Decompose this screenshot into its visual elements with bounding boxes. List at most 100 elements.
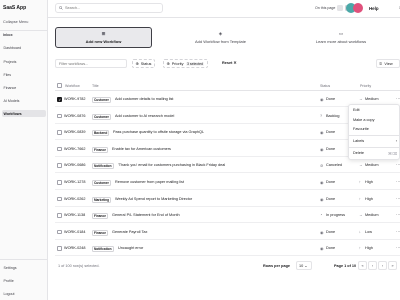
workflow-title: Pass purchase quantity to offsite storag… [113,130,205,135]
status-icon: ◉ [320,230,324,235]
table-row[interactable]: WORK-0184 Finance Generate Payroll Tax ◉ Don… [55,225,400,240]
table-row[interactable]: WORK-0686 Notification 'Thank you' email f… [55,158,400,174]
on-this-page-link[interactable]: On this page [315,6,335,10]
first-page-button[interactable]: « [358,261,367,270]
row-actions-icon[interactable]: ⋯ [396,196,400,202]
status-icon: ◉ [320,98,324,102]
filter-workflows-box[interactable] [55,59,127,68]
table-row[interactable]: WORK-0262 Marketing Weekly Ad Spend report… [55,192,400,207]
next-page-button[interactable]: › [378,261,387,270]
sidebar-section-inbox[interactable]: Inbox [3,33,13,37]
row-checkbox[interactable] [57,113,62,119]
app-name: SaaS App [3,5,27,11]
priority-text: High [365,180,373,184]
status-text: Canceled [326,163,343,168]
row-checkbox[interactable] [57,130,62,135]
priority-filter-button[interactable]: ⊕ Priority 3 selected [163,59,208,68]
plus-circle-icon: ⊕ [135,62,139,66]
workflow-title: Generate Payroll Tax [112,229,148,234]
status-text: Done [326,146,336,151]
sidebar-item-settings[interactable]: Settings [2,264,46,271]
tag-badge: Backend [92,130,110,137]
table-row[interactable]: WORK-0248 Notification Uncaught error ◉ Done… [55,241,400,257]
status-icon: ◉ [320,131,324,136]
row-checkbox[interactable] [57,229,62,235]
table-row[interactable]: WORK-1138 Finance General P/L Statement fo… [55,208,400,224]
add-new-workflow-card[interactable]: ⊞ Add new Workflow [55,27,152,48]
row-actions-icon[interactable]: ⋯ [396,96,400,102]
menu-item-favourite[interactable]: Favourite [353,127,369,131]
avatar[interactable] [353,3,363,13]
tag-badge: Finance [92,229,109,236]
card-label: Learn more about workflows [315,39,367,44]
add-workflow-from-template-card[interactable]: ◈ Add Workflow from Template [172,27,269,48]
last-page-button[interactable]: » [388,261,397,270]
row-checkbox[interactable] [57,180,62,185]
workflow-id: WORK-0686 [64,163,86,168]
page-info: Page 1 of 10 [334,264,357,268]
square-icon[interactable] [337,5,343,11]
plus-square-icon: ⊞ [101,31,106,36]
search-box[interactable] [55,3,163,13]
menu-item-make-a-copy[interactable]: Make a copy [353,118,375,122]
column-header-priority[interactable]: Priority [360,84,371,88]
delete-text: Delete [353,151,364,155]
chevron-right-icon: › [395,139,397,143]
workflow-title: 'Thank you' email for customers purchasi… [118,163,226,168]
status-filter-label: Status [140,61,152,66]
top-bar: On this page Help ≡ [48,0,400,18]
menu-divider [349,147,399,148]
prev-page-button[interactable]: ‹ [368,261,377,270]
row-checkbox[interactable] [57,146,62,152]
priority-text: Low [365,229,372,234]
priority-selected-badge: 3 selected [185,61,205,66]
row-checkbox[interactable] [57,213,62,218]
sidebar-item-profile[interactable]: Profile [2,277,46,284]
sidebar-item-files[interactable]: Files [2,71,46,78]
sidebar-divider [0,30,48,31]
row-checkbox[interactable] [57,97,62,102]
sidebar-item-dashboard[interactable]: Dashboard [2,44,46,51]
status-filter-button[interactable]: ⊕ Status [132,59,155,68]
double-chevron-right-icon: » [391,263,394,268]
row-actions-icon[interactable]: ⋯ [396,229,400,235]
collapse-menu-button[interactable]: Collapse Menu [3,20,28,24]
menu-item-labels[interactable]: Labels › [353,139,397,143]
row-checkbox[interactable] [57,196,62,202]
table-row[interactable]: WORK-1278 Customer Remove customer from pa… [55,175,400,190]
row-actions-icon[interactable]: ⋯ [396,179,400,185]
status-text: Done [326,180,336,184]
column-header-workflow[interactable]: Workflow [65,84,80,88]
sidebar-item-ai-models[interactable]: AI Models [2,97,46,104]
column-header-title[interactable]: Title [92,84,99,88]
row-checkbox[interactable] [57,163,62,168]
workflow-title: Add customer to AI research model [115,113,175,118]
view-options-button[interactable]: ⚟ View [376,59,400,68]
status-icon: ◉ [320,247,324,252]
column-header-status[interactable]: Status [320,84,330,88]
row-actions-icon[interactable]: ⋯ [396,162,400,168]
selection-count: 1 of 100 row(s) selected. [58,264,100,268]
filter-workflows-input[interactable] [59,61,125,66]
tag-badge: Marketing [92,196,112,203]
chevron-left-icon: ‹ [371,263,374,268]
sidebar-item-projects[interactable]: Projects [2,58,46,65]
rows-per-page-select[interactable]: 10 ⌄ [296,261,312,270]
menu-divider [349,135,399,136]
sidebar-item-workflows[interactable]: Workflows [2,110,46,117]
sidebar-item-logout[interactable]: Logout [2,290,46,297]
learn-more-card[interactable]: ▭ Learn more about workflows [289,27,393,48]
status-text: Done [326,196,336,201]
row-actions-icon[interactable]: ⋯ [396,212,400,218]
table-header: Workflow Title Status Priority [55,80,400,91]
reset-filters-button[interactable]: Reset ✕ [222,60,237,65]
row-checkbox[interactable] [57,246,62,251]
tag-badge: Customer [92,97,111,103]
row-actions-icon[interactable]: ⋯ [396,245,400,251]
search-input[interactable] [65,6,155,10]
sidebar-item-finance[interactable]: Finance [2,84,46,91]
menu-item-delete[interactable]: Delete ⌘⌫ [353,151,397,156]
menu-item-edit[interactable]: Edit [353,108,360,112]
help-link[interactable]: Help [369,6,379,11]
select-all-checkbox[interactable] [57,83,62,88]
